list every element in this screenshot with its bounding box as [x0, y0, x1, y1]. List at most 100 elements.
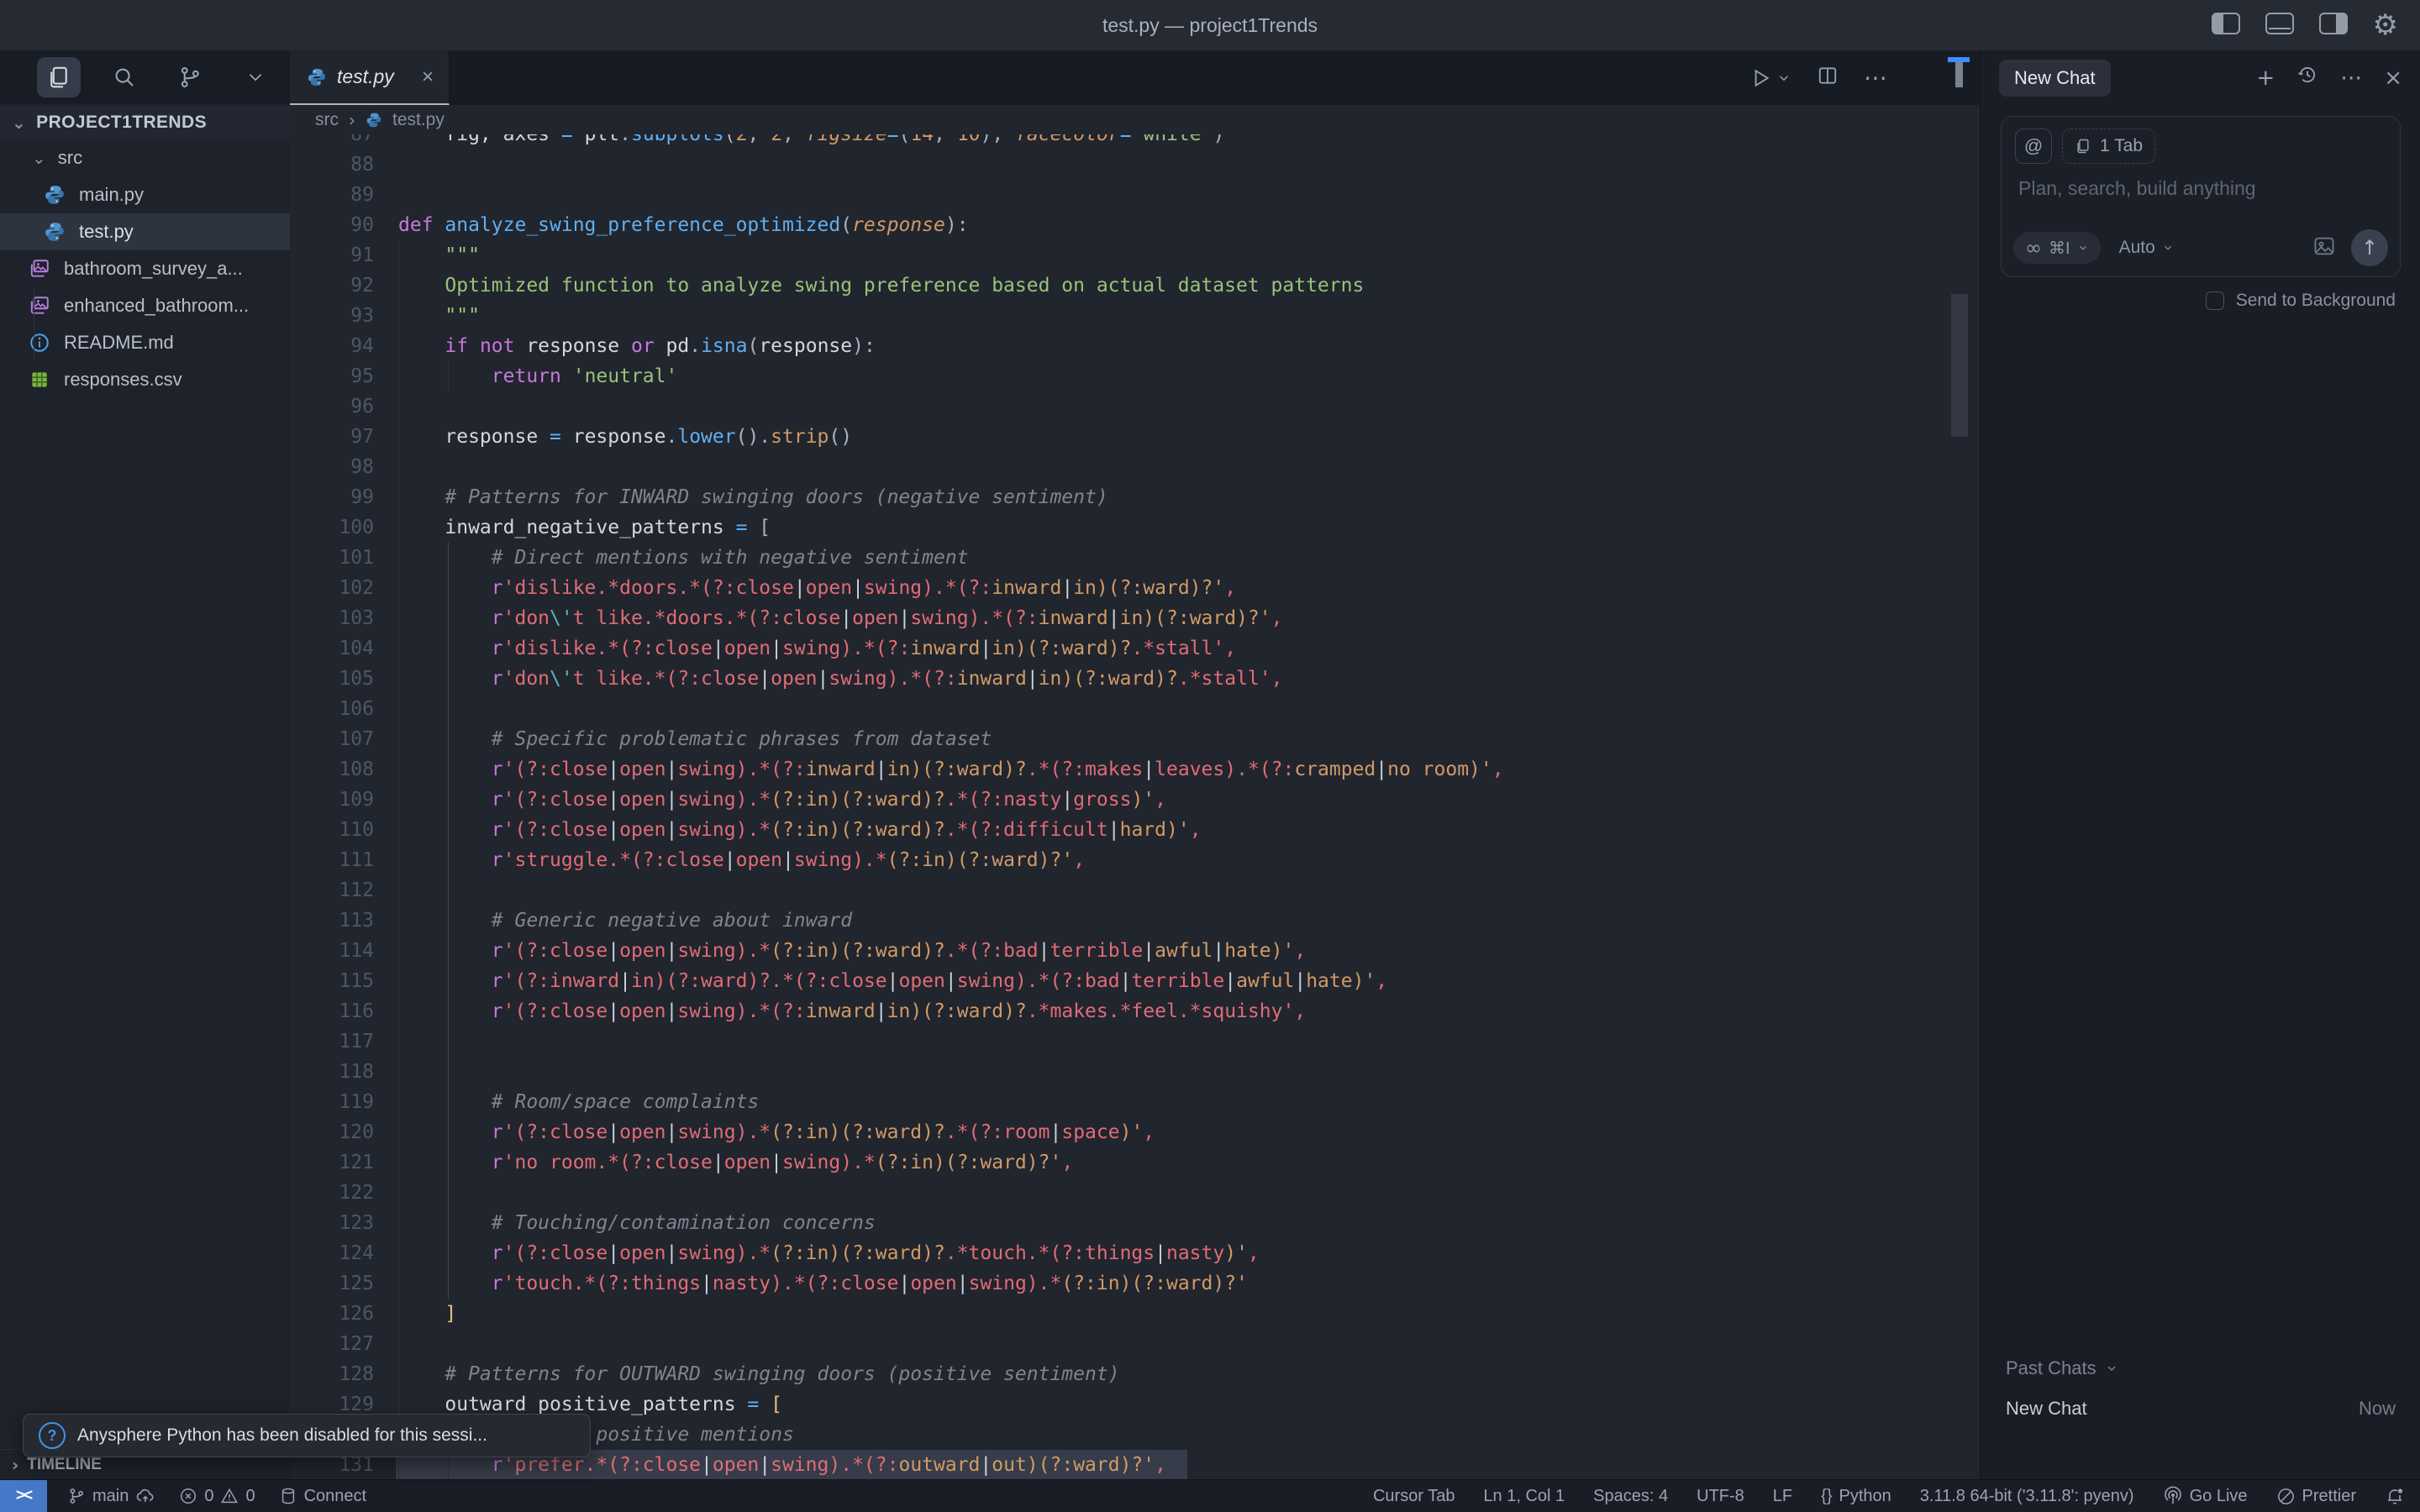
- code-line-99[interactable]: 99 # Patterns for INWARD swinging doors …: [290, 482, 1980, 512]
- code-line-98[interactable]: 98: [290, 452, 1980, 482]
- model-selector[interactable]: Auto: [2119, 238, 2174, 258]
- toggle-primary-sidebar-icon[interactable]: [2212, 13, 2240, 39]
- statusbar-connect[interactable]: Connect: [279, 1480, 367, 1512]
- code-line-101[interactable]: 101 # Direct mentions with negative sent…: [290, 543, 1980, 573]
- slash-circle-icon: [2276, 1487, 2296, 1506]
- code-line-120[interactable]: 120 r'(?:close|open|swing).*(?:in)(?:war…: [290, 1117, 1980, 1147]
- code-line-87[interactable]: 87 fig, axes = plt.subplots(2, 2, figsiz…: [290, 134, 1980, 150]
- statusbar-language-mode[interactable]: {}Python: [1821, 1480, 1891, 1512]
- search-icon[interactable]: [103, 57, 146, 97]
- send-to-background-checkbox[interactable]: [2206, 291, 2224, 310]
- chat-tab-new-chat[interactable]: New Chat: [1999, 60, 2111, 97]
- statusbar-problems[interactable]: 00: [179, 1480, 255, 1512]
- code-text: def analyze_swing_preference_optimized(r…: [398, 210, 969, 240]
- code-line-88[interactable]: 88: [290, 150, 1980, 180]
- code-line-97[interactable]: 97 response = response.lower().strip(): [290, 422, 1980, 452]
- code-line-127[interactable]: 127: [290, 1329, 1980, 1359]
- statusbar-eol[interactable]: LF: [1773, 1480, 1792, 1512]
- code-line-122[interactable]: 122: [290, 1178, 1980, 1208]
- chat-history-icon[interactable]: [2296, 64, 2318, 92]
- statusbar-git-branch[interactable]: main: [67, 1480, 155, 1512]
- statusbar-go-live[interactable]: Go Live: [2163, 1480, 2248, 1512]
- code-line-106[interactable]: 106: [290, 694, 1980, 724]
- code-line-126[interactable]: 126 ]: [290, 1299, 1980, 1329]
- code-line-114[interactable]: 114 r'(?:close|open|swing).*(?:in)(?:war…: [290, 936, 1980, 966]
- code-line-92[interactable]: 92 Optimized function to analyze swing p…: [290, 270, 1980, 301]
- code-line-118[interactable]: 118: [290, 1057, 1980, 1087]
- more-views-chevron-icon[interactable]: [234, 57, 277, 97]
- code-text: r'(?:close|open|swing).*(?:inward|in)(?:…: [398, 754, 1504, 785]
- project-root-header[interactable]: ⌄ PROJECT1TRENDS: [0, 106, 290, 139]
- sidebar-item-bathroom-survey-a-[interactable]: bathroom_survey_a...: [0, 250, 290, 287]
- chat-more-actions-icon[interactable]: ⋯: [2340, 66, 2362, 91]
- code-line-110[interactable]: 110 r'(?:close|open|swing).*(?:in)(?:war…: [290, 815, 1980, 845]
- statusbar-notifications[interactable]: [2385, 1480, 2405, 1512]
- code-viewport[interactable]: 87 fig, axes = plt.subplots(2, 2, figsiz…: [290, 134, 1980, 1480]
- statusbar-cursor-tab[interactable]: Cursor Tab: [1373, 1480, 1455, 1512]
- breadcrumb-src[interactable]: src: [315, 110, 339, 130]
- sidebar-item-src[interactable]: ⌄src: [0, 139, 290, 176]
- sidebar-item-enhanced-bathroom-[interactable]: enhanced_bathroom...: [0, 287, 290, 324]
- code-line-121[interactable]: 121 r'no room.*(?:close|open|swing).*(?:…: [290, 1147, 1980, 1178]
- code-line-124[interactable]: 124 r'(?:close|open|swing).*(?:in)(?:war…: [290, 1238, 1980, 1268]
- code-line-104[interactable]: 104 r'dislike.*(?:close|open|swing).*(?:…: [290, 633, 1980, 664]
- past-chats-header[interactable]: Past Chats: [2006, 1357, 2118, 1379]
- code-line-117[interactable]: 117: [290, 1026, 1980, 1057]
- toggle-panel-icon[interactable]: [2265, 13, 2294, 39]
- tab-test-py[interactable]: test.py ×: [290, 50, 450, 105]
- statusbar-encoding[interactable]: UTF-8: [1697, 1480, 1744, 1512]
- code-line-93[interactable]: 93 """: [290, 301, 1980, 331]
- add-context-button[interactable]: @: [2015, 129, 2052, 164]
- code-line-111[interactable]: 111 r'struggle.*(?:close|open|swing).*(?…: [290, 845, 1980, 875]
- code-line-128[interactable]: 128 # Patterns for OUTWARD swinging door…: [290, 1359, 1980, 1389]
- code-line-89[interactable]: 89: [290, 180, 1980, 210]
- run-python-file-button[interactable]: [1749, 67, 1791, 89]
- code-line-108[interactable]: 108 r'(?:close|open|swing).*(?:inward|in…: [290, 754, 1980, 785]
- code-line-96[interactable]: 96: [290, 391, 1980, 422]
- split-editor-icon[interactable]: [1817, 65, 1839, 91]
- statusbar-prettier[interactable]: Prettier: [2276, 1480, 2356, 1512]
- chat-input-box[interactable]: @ 1 Tab Plan, search, build anything ∞ ⌘…: [2001, 116, 2401, 277]
- code-line-95[interactable]: 95 return 'neutral': [290, 361, 1980, 391]
- toggle-secondary-sidebar-icon[interactable]: [2319, 13, 2348, 39]
- statusbar-python-interpreter[interactable]: 3.11.8 64-bit ('3.11.8': pyenv): [1920, 1480, 2134, 1512]
- code-line-119[interactable]: 119 # Room/space complaints: [290, 1087, 1980, 1117]
- code-line-107[interactable]: 107 # Specific problematic phrases from …: [290, 724, 1980, 754]
- editor-more-actions-icon[interactable]: ⋯: [1864, 64, 1887, 92]
- sidebar-item-readme-md[interactable]: README.md: [0, 324, 290, 361]
- sidebar-item-main-py[interactable]: main.py: [0, 176, 290, 213]
- code-line-115[interactable]: 115 r'(?:inward|in)(?:ward)?.*(?:close|o…: [290, 966, 1980, 996]
- attach-image-icon[interactable]: [2312, 234, 2336, 262]
- editor-scrollbar-thumb[interactable]: [1951, 294, 1968, 437]
- sidebar-item-responses-csv[interactable]: responses.csv: [0, 361, 290, 398]
- code-line-102[interactable]: 102 r'dislike.*doors.*(?:close|open|swin…: [290, 573, 1980, 603]
- agent-mode-selector[interactable]: ∞ ⌘I: [2013, 232, 2101, 264]
- code-line-109[interactable]: 109 r'(?:close|open|swing).*(?:in)(?:war…: [290, 785, 1980, 815]
- code-line-125[interactable]: 125 r'touch.*(?:things|nasty).*(?:close|…: [290, 1268, 1980, 1299]
- past-chat-item[interactable]: New Chat Now: [1981, 1389, 2420, 1428]
- breadcrumb-file[interactable]: test.py: [392, 110, 445, 130]
- code-line-103[interactable]: 103 r'don\'t like.*doors.*(?:close|open|…: [290, 603, 1980, 633]
- tab-close-icon[interactable]: ×: [420, 66, 435, 89]
- statusbar-remote-indicator[interactable]: ><: [0, 1480, 47, 1512]
- context-chip-1-tab[interactable]: 1 Tab: [2062, 129, 2155, 164]
- statusbar-indentation[interactable]: Spaces: 4: [1593, 1480, 1668, 1512]
- code-line-105[interactable]: 105 r'don\'t like.*(?:close|open|swing).…: [290, 664, 1980, 694]
- code-line-123[interactable]: 123 # Touching/contamination concerns: [290, 1208, 1980, 1238]
- code-line-116[interactable]: 116 r'(?:close|open|swing).*(?:inward|in…: [290, 996, 1980, 1026]
- code-line-91[interactable]: 91 """: [290, 240, 1980, 270]
- explorer-icon[interactable]: [37, 57, 81, 97]
- settings-gear-icon[interactable]: ⚙: [2373, 11, 2398, 39]
- sidebar-item-test-py[interactable]: test.py: [0, 213, 290, 250]
- code-line-94[interactable]: 94 if not response or pd.isna(response):: [290, 331, 1980, 361]
- code-line-112[interactable]: 112: [290, 875, 1980, 906]
- code-line-90[interactable]: 90def analyze_swing_preference_optimized…: [290, 210, 1980, 240]
- chat-close-icon[interactable]: ×: [2384, 66, 2402, 91]
- notification-toast[interactable]: ? Anysphere Python has been disabled for…: [23, 1414, 591, 1457]
- source-control-icon[interactable]: [168, 57, 212, 97]
- code-line-100[interactable]: 100 inward_negative_patterns = [: [290, 512, 1980, 543]
- send-button[interactable]: ↑: [2351, 229, 2388, 266]
- new-chat-plus-icon[interactable]: +: [2256, 66, 2275, 91]
- statusbar-cursor-position[interactable]: Ln 1, Col 1: [1483, 1480, 1565, 1512]
- code-line-113[interactable]: 113 # Generic negative about inward: [290, 906, 1980, 936]
